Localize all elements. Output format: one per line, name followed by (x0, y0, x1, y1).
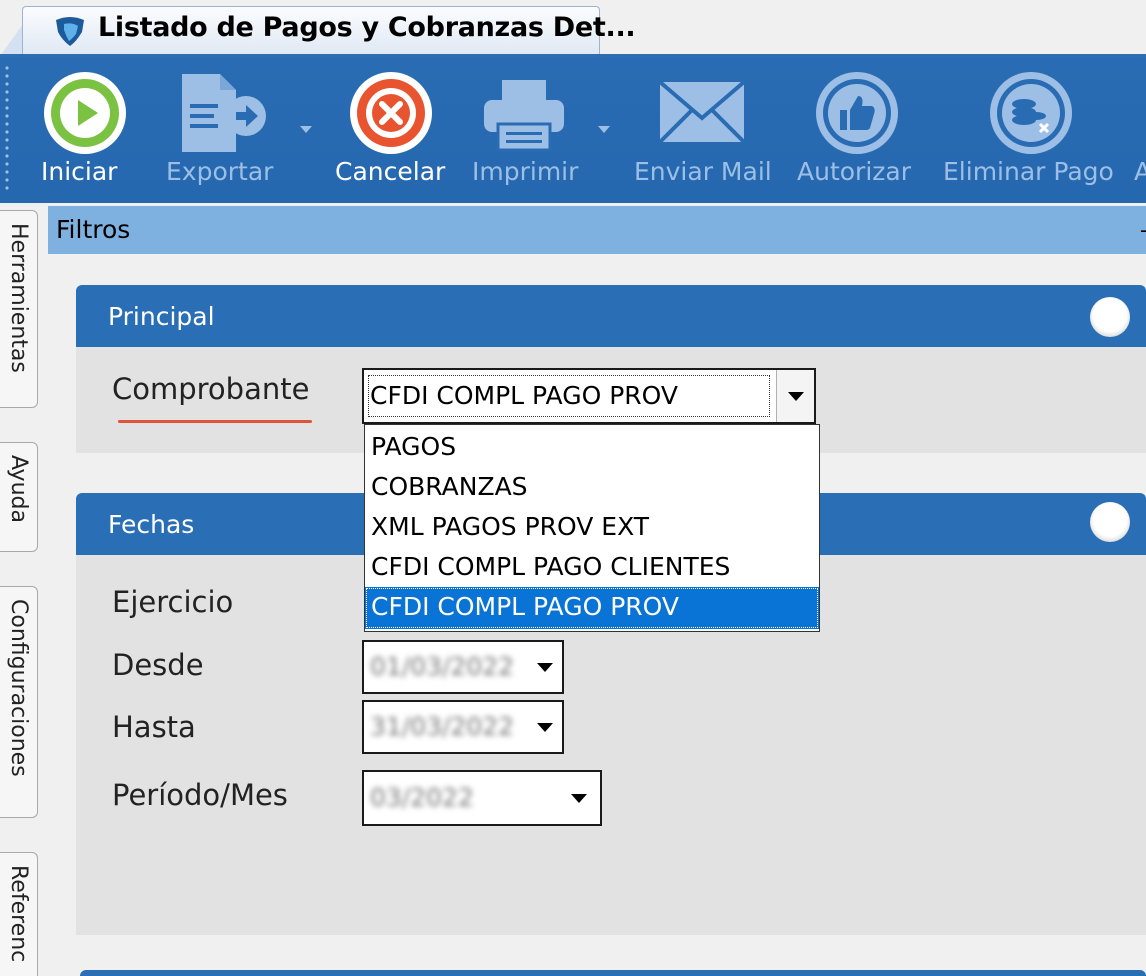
hasta-label: Hasta (112, 710, 196, 744)
periodo-mes-label: Período/Mes (112, 778, 288, 812)
side-tab-herramientas[interactable]: Herramientas (0, 210, 38, 408)
principal-collapse-button[interactable] (1090, 297, 1130, 337)
comprobante-label: Comprobante (112, 372, 310, 406)
hasta-value: 31/03/2022 (370, 712, 515, 741)
desde-value: 01/03/2022 (370, 652, 515, 681)
exportar-button[interactable]: Exportar (162, 64, 312, 196)
printer-icon (484, 80, 564, 152)
imprimir-button[interactable]: Imprimir (468, 64, 618, 196)
comprobante-select[interactable]: CFDI COMPL PAGO PROV (362, 368, 816, 424)
principal-panel-title: Principal (108, 302, 215, 331)
side-tab-label: Referenc (6, 865, 31, 963)
enviar-mail-button[interactable]: Enviar Mail (632, 64, 774, 196)
dropdown-option-cfdi-compl-pago-prov[interactable]: CFDI COMPL PAGO PROV (365, 587, 819, 629)
desde-date-picker[interactable]: 01/03/2022 (362, 640, 564, 694)
dropdown-option-cfdi-compl-pago-clientes[interactable]: CFDI COMPL PAGO CLIENTES (365, 547, 819, 587)
hasta-dropdown-button[interactable] (526, 702, 562, 752)
app-logo-icon (56, 17, 84, 46)
enviar-mail-label: Enviar Mail (634, 157, 772, 186)
autorizar-label: Autorizar (797, 157, 911, 186)
fechas-panel-title: Fechas (108, 510, 195, 539)
next-panel-header (80, 970, 1146, 976)
comprobante-dropdown-button[interactable] (776, 370, 814, 422)
side-tab-configuraciones[interactable]: Configuraciones (0, 586, 38, 818)
thumbs-up-icon (816, 72, 898, 154)
imprimir-label: Imprimir (472, 157, 579, 186)
iniciar-label: Iniciar (41, 157, 118, 186)
periodo-mes-dropdown-button[interactable] (560, 772, 600, 824)
exportar-dropdown-arrow[interactable] (300, 126, 312, 133)
side-tab-label: Herramientas (6, 223, 31, 373)
exportar-label: Exportar (166, 157, 274, 186)
eliminar-pago-button[interactable]: Eliminar Pago (940, 64, 1116, 196)
dropdown-option-cobranzas[interactable]: COBRANZAS (365, 467, 819, 507)
autorizar-button[interactable]: Autorizar (794, 64, 920, 196)
comprobante-underline (118, 420, 312, 423)
side-tab-ayuda[interactable]: Ayuda (0, 442, 38, 552)
cancelar-label: Cancelar (335, 157, 446, 186)
toolbar-overflow-label: A (1134, 157, 1146, 186)
cancel-icon (350, 72, 432, 154)
desde-dropdown-button[interactable] (526, 642, 562, 692)
tab-title: Listado de Pagos y Cobranzas Det... (98, 12, 636, 43)
side-tab-label: Ayuda (6, 455, 31, 523)
comprobante-dropdown-list: PAGOS COBRANZAS XML PAGOS PROV EXT CFDI … (364, 424, 820, 632)
desde-label: Desde (112, 648, 204, 682)
principal-panel-header (76, 285, 1146, 347)
periodo-mes-select[interactable]: 03/2022 (362, 770, 602, 826)
hasta-date-picker[interactable]: 31/03/2022 (362, 700, 564, 754)
imprimir-dropdown-arrow[interactable] (598, 126, 610, 133)
delete-payment-icon (990, 72, 1072, 154)
mail-icon (658, 80, 746, 144)
dropdown-option-pagos[interactable]: PAGOS (365, 427, 819, 467)
play-icon (44, 72, 126, 154)
filtros-title: Filtros (56, 215, 131, 244)
fechas-collapse-button[interactable] (1090, 502, 1130, 542)
export-icon (182, 74, 266, 152)
ejercicio-label: Ejercicio (112, 585, 234, 619)
iniciar-button[interactable]: Iniciar (36, 64, 136, 196)
dropdown-option-xml-pagos-prov-ext[interactable]: XML PAGOS PROV EXT (365, 507, 819, 547)
side-tab-label: Configuraciones (6, 599, 31, 777)
eliminar-pago-label: Eliminar Pago (943, 157, 1114, 186)
comprobante-value: CFDI COMPL PAGO PROV (370, 381, 678, 410)
toolbar-grip[interactable] (4, 64, 10, 194)
side-tab-referencias[interactable]: Referenc (0, 852, 38, 976)
filtros-pin-icon[interactable]: - (1140, 218, 1146, 242)
filtros-header[interactable] (48, 206, 1146, 254)
cancelar-button[interactable]: Cancelar (334, 64, 446, 196)
periodo-mes-value: 03/2022 (370, 783, 474, 812)
